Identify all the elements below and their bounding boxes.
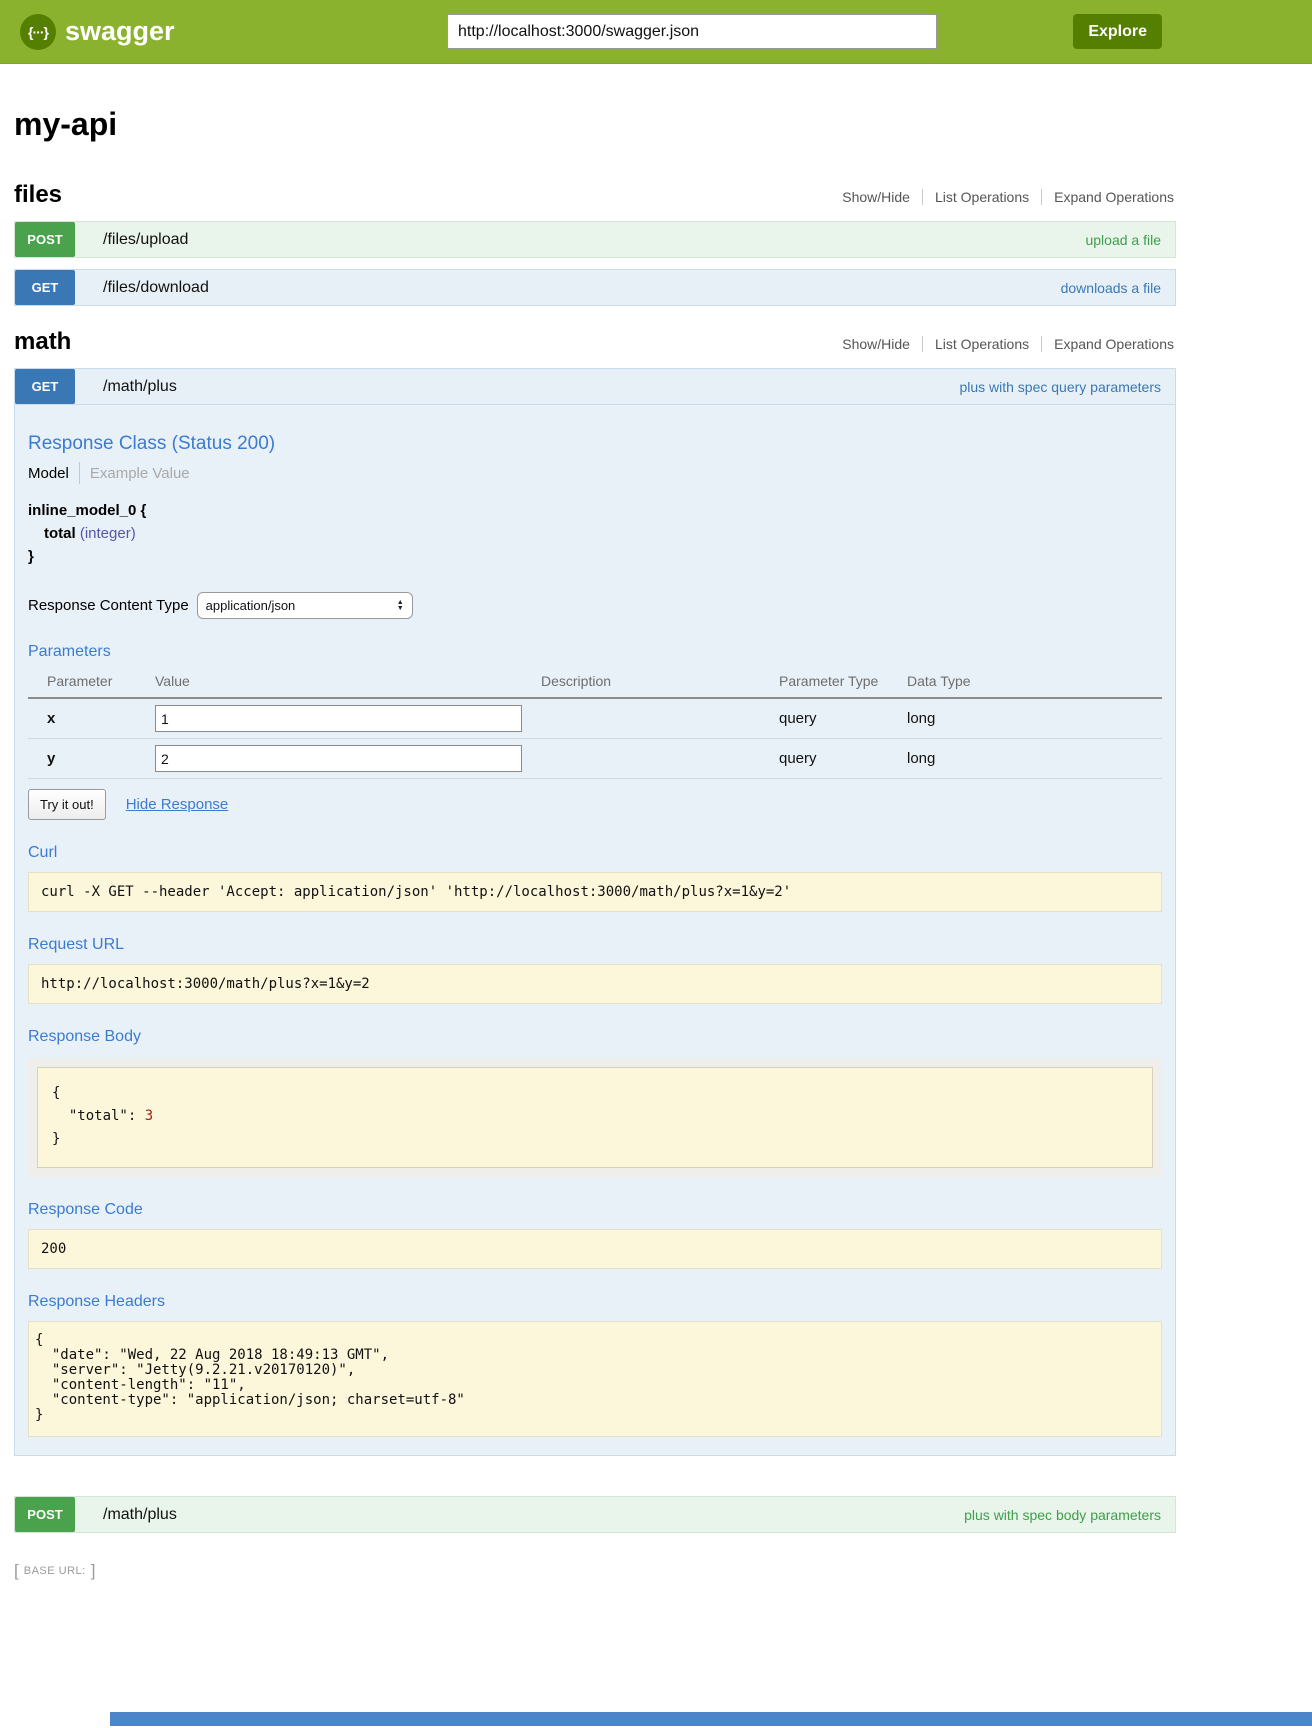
col-parameter-type: Parameter Type [779,667,907,698]
brand[interactable]: {···} swagger [20,14,175,50]
base-url-label: BASE URL: [24,1565,86,1577]
show-hide-link[interactable]: Show/Hide [830,189,922,205]
response-content-type-row: Response Content Type application/json ▲… [28,592,1162,619]
operation-path[interactable]: /math/plus [103,1506,177,1524]
col-value: Value [155,667,541,698]
try-it-row: Try it out! Hide Response [28,789,1162,820]
http-method-badge: GET [15,369,75,404]
response-content-type-select[interactable]: application/json ▲▼ [197,592,413,619]
try-it-out-button[interactable]: Try it out! [28,789,106,820]
selected-content-type: application/json [206,598,296,613]
operation-summary-link[interactable]: upload a file [1085,232,1161,248]
list-operations-link[interactable]: List Operations [922,189,1041,205]
explore-button[interactable]: Explore [1073,14,1162,49]
parameter-type: query [779,698,907,739]
json-open-brace: { [52,1082,1140,1105]
request-url-heading: Request URL [28,936,1162,954]
parameter-name: x [28,698,155,739]
select-arrows-icon: ▲▼ [397,600,404,611]
parameter-description [541,698,779,739]
parameter-value-input-y[interactable] [155,745,522,772]
tab-model[interactable]: Model [28,465,69,482]
operation-summary-link[interactable]: downloads a file [1061,280,1161,296]
operation-row-post-files-upload[interactable]: POST /files/upload upload a file [14,221,1176,258]
json-number-value: 3 [145,1108,153,1124]
operation-summary-link[interactable]: plus with spec body parameters [964,1507,1161,1523]
response-content-type-label: Response Content Type [28,597,189,614]
parameter-value-input-x[interactable] [155,705,522,732]
spec-url-input[interactable] [447,14,937,49]
operation-path[interactable]: /files/download [103,279,209,297]
request-url-block: http://localhost:3000/math/plus?x=1&y=2 [28,964,1162,1004]
parameter-data-type: long [907,739,1162,779]
page-title: my-api [14,106,1176,143]
section-links: Show/HideList OperationsExpand Operation… [830,336,1176,352]
model-tabs: Model Example Value [28,461,1162,485]
operation-row-post-math-plus[interactable]: POST /math/plus plus with spec body para… [14,1496,1176,1533]
base-url-footer: [ BASE URL: ] [14,1561,1312,1581]
hide-response-link[interactable]: Hide Response [126,796,229,813]
model-open: inline_model_0 { [28,499,1162,522]
show-hide-link[interactable]: Show/Hide [830,336,922,352]
section-title: math [14,328,71,356]
http-method-badge: POST [15,1497,75,1532]
parameter-type: query [779,739,907,779]
section-header-math: math Show/HideList OperationsExpand Oper… [14,328,1176,356]
bottom-blue-bar [110,1712,1312,1726]
operation-row-get-files-download[interactable]: GET /files/download downloads a file [14,269,1176,306]
parameter-data-type: long [907,698,1162,739]
response-code-heading: Response Code [28,1201,1162,1219]
swagger-logo-icon: {···} [20,14,56,50]
operation-row-get-math-plus[interactable]: GET /math/plus plus with spec query para… [14,368,1176,405]
response-headers-block: { "date": "Wed, 22 Aug 2018 18:49:13 GMT… [28,1321,1162,1437]
json-total-line: "total": 3 [52,1105,1140,1128]
col-parameter: Parameter [28,667,155,698]
parameters-heading: Parameters [28,643,1162,661]
response-class-heading: Response Class (Status 200) [28,433,1162,455]
response-headers-heading: Response Headers [28,1293,1162,1311]
tab-example-value[interactable]: Example Value [90,465,190,482]
model-close: } [28,545,1162,568]
http-method-badge: GET [15,270,75,305]
col-data-type: Data Type [907,667,1162,698]
expand-operations-link[interactable]: Expand Operations [1041,336,1176,352]
operation-path[interactable]: /math/plus [103,378,177,396]
section-links: Show/HideList OperationsExpand Operation… [830,189,1176,205]
curl-heading: Curl [28,844,1162,862]
operation-path[interactable]: /files/upload [103,231,188,249]
response-body-heading: Response Body [28,1028,1162,1046]
response-code-block: 200 [28,1229,1162,1269]
parameters-header-row: Parameter Value Description Parameter Ty… [28,667,1162,698]
list-operations-link[interactable]: List Operations [922,336,1041,352]
model-signature: inline_model_0 { total (integer) } [28,499,1162,568]
parameter-row-x: x query long [28,698,1162,739]
parameter-row-y: y query long [28,739,1162,779]
col-description: Description [541,667,779,698]
curl-command-block: curl -X GET --header 'Accept: applicatio… [28,872,1162,912]
response-body-container: { "total": 3 } [28,1058,1162,1177]
section-title: files [14,181,62,209]
brand-name: swagger [65,16,175,47]
expand-operations-link[interactable]: Expand Operations [1041,189,1176,205]
tab-separator [79,462,80,484]
response-body-json: { "total": 3 } [37,1067,1153,1168]
section-header-files: files Show/HideList OperationsExpand Ope… [14,181,1176,209]
parameter-description [541,739,779,779]
parameters-table: Parameter Value Description Parameter Ty… [28,667,1162,779]
json-close-brace: } [52,1128,1140,1151]
top-header-bar: {···} swagger Explore [0,0,1312,64]
http-method-badge: POST [15,222,75,257]
model-property: total (integer) [28,522,1162,545]
operation-details-panel: Response Class (Status 200) Model Exampl… [14,405,1176,1456]
operation-summary-link[interactable]: plus with spec query parameters [959,379,1161,395]
parameter-name: y [28,739,155,779]
